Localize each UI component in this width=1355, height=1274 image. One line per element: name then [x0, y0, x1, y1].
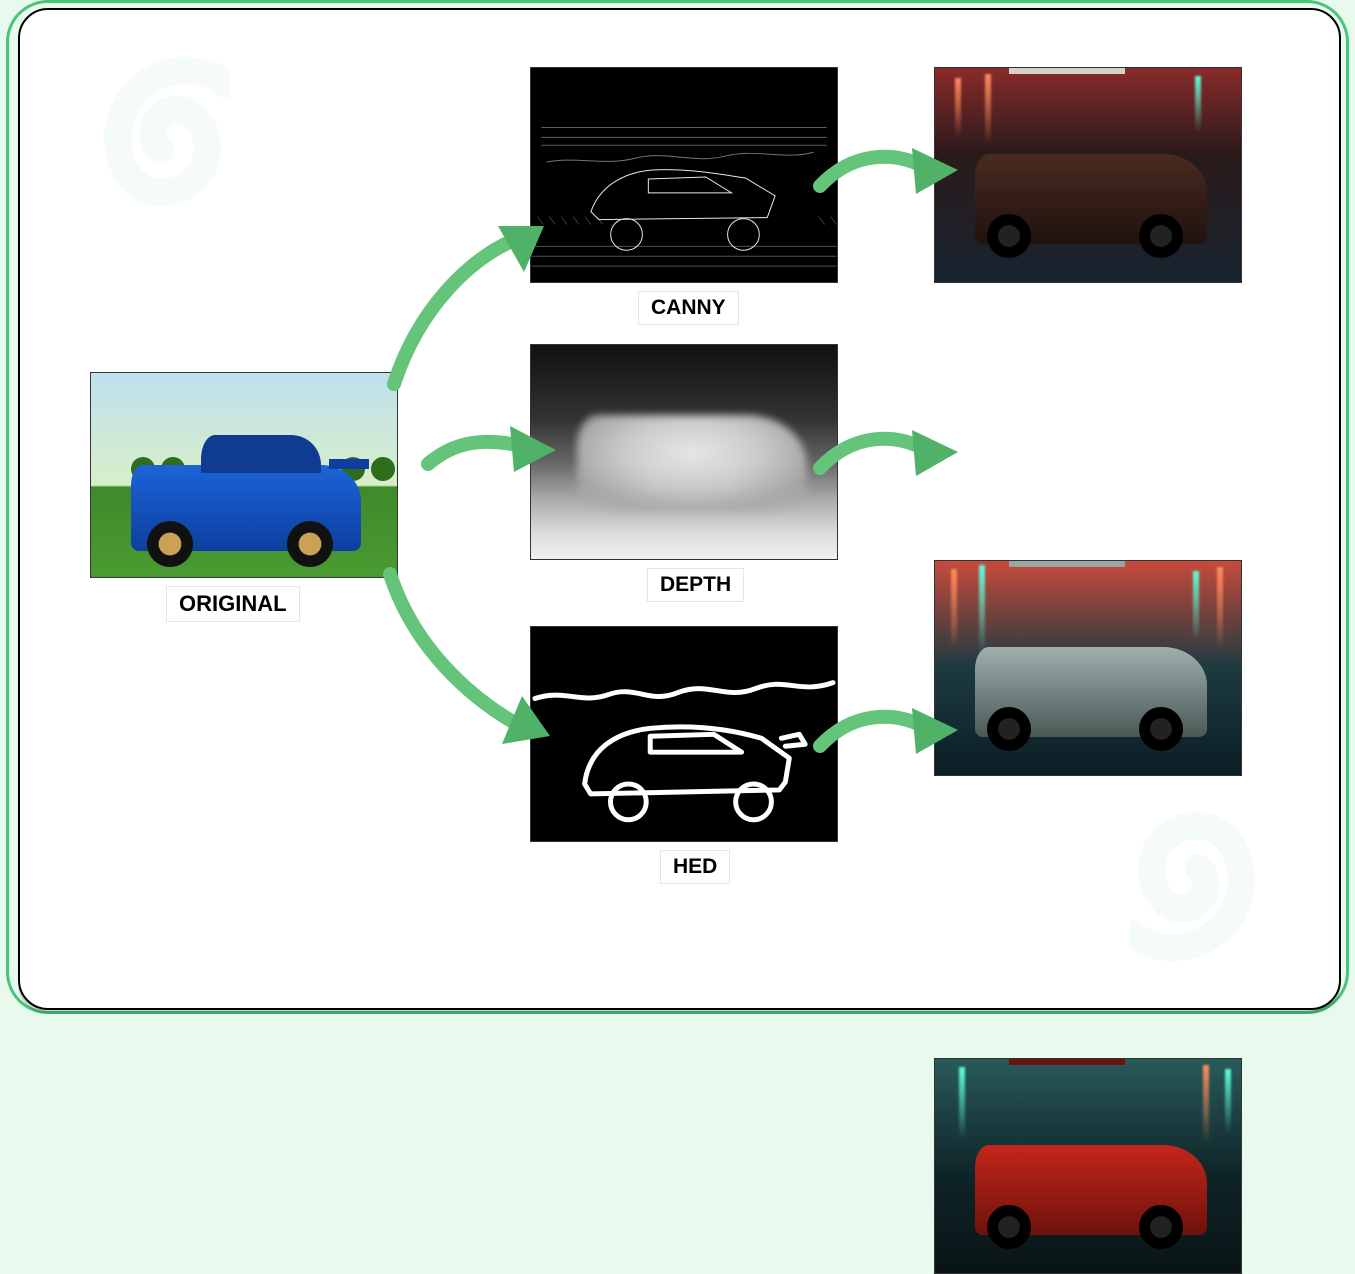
diagram-frame: ORIGINAL CANNY DEPTH HED	[18, 8, 1341, 1010]
decorative-swirl-icon	[1129, 798, 1299, 968]
image-generated-from-canny	[934, 67, 1242, 283]
arrow-icon	[374, 558, 554, 748]
image-canny	[530, 67, 838, 283]
label-canny: CANNY	[638, 291, 739, 325]
arrow-icon	[378, 220, 548, 400]
image-depth	[530, 344, 838, 560]
decorative-swirl-icon	[60, 50, 230, 220]
label-original: ORIGINAL	[166, 586, 300, 622]
image-original	[90, 372, 398, 578]
image-generated-from-depth	[934, 560, 1242, 776]
label-hed: HED	[660, 850, 730, 884]
label-depth: DEPTH	[647, 568, 744, 602]
image-hed	[530, 626, 838, 842]
image-generated-from-hed	[934, 1058, 1242, 1274]
